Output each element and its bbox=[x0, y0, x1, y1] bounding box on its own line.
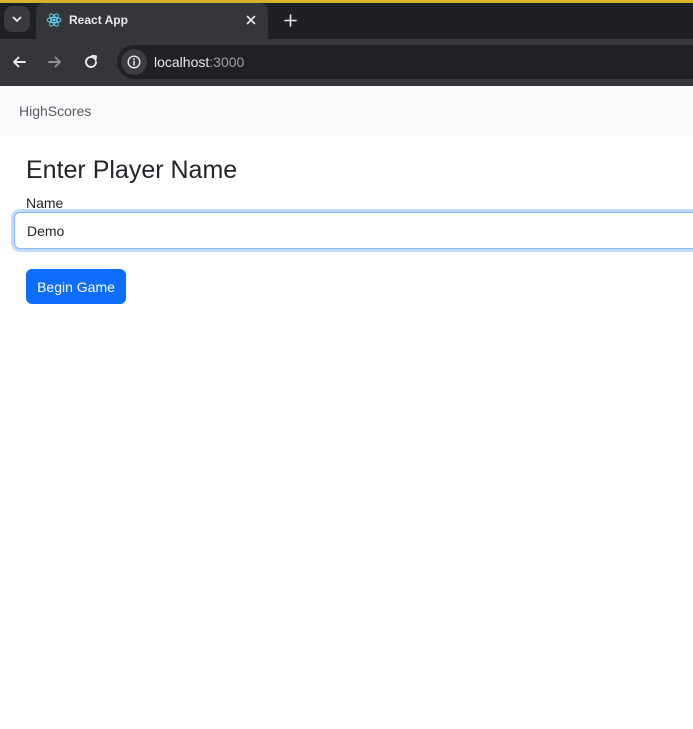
site-info-button[interactable] bbox=[121, 49, 147, 75]
tab-close-button[interactable] bbox=[242, 11, 260, 29]
nav-link-highscores[interactable]: HighScores bbox=[19, 103, 91, 119]
back-button[interactable] bbox=[6, 49, 32, 75]
plus-icon bbox=[283, 13, 297, 27]
browser-toolbar: localhost:3000 bbox=[0, 39, 693, 86]
tab-search-button[interactable] bbox=[4, 6, 30, 32]
new-tab-button[interactable] bbox=[278, 8, 302, 32]
chevron-down-icon bbox=[12, 16, 22, 22]
forward-button[interactable] bbox=[42, 49, 68, 75]
tab-strip: React App bbox=[0, 3, 693, 39]
address-bar-url: localhost:3000 bbox=[154, 54, 244, 70]
address-bar[interactable]: localhost:3000 bbox=[117, 45, 693, 79]
tab-title: React App bbox=[69, 13, 128, 27]
url-host: localhost bbox=[154, 54, 210, 70]
arrow-right-icon bbox=[48, 56, 61, 68]
page-title: Enter Player Name bbox=[26, 156, 238, 184]
info-icon bbox=[127, 55, 141, 69]
arrow-left-icon bbox=[13, 56, 26, 68]
url-port: :3000 bbox=[209, 54, 245, 70]
player-name-input[interactable] bbox=[14, 212, 693, 249]
reload-icon bbox=[85, 54, 97, 68]
app-navbar: HighScores bbox=[0, 86, 693, 136]
browser-tab-active[interactable]: React App bbox=[36, 3, 268, 39]
reload-button[interactable] bbox=[78, 49, 104, 75]
begin-game-button[interactable]: Begin Game bbox=[26, 269, 126, 304]
react-logo-icon bbox=[46, 13, 62, 27]
name-label: Name bbox=[26, 195, 64, 211]
close-icon bbox=[246, 15, 256, 25]
